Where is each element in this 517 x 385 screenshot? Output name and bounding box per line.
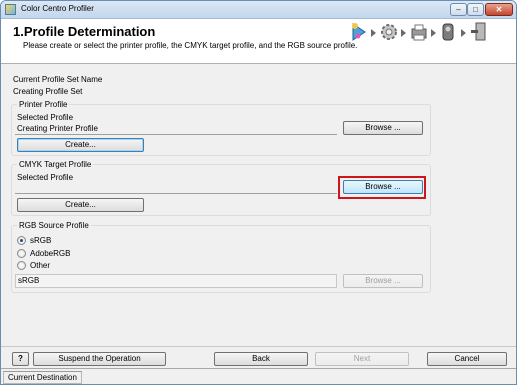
radio-button[interactable] <box>17 261 26 270</box>
step-header: 1.Profile Determination Please create or… <box>1 19 516 64</box>
cmyk-selected-label: Selected Profile <box>17 173 74 182</box>
step-arrow-icon <box>401 29 406 37</box>
cmyk-profile-field <box>15 182 337 194</box>
radio-button[interactable] <box>17 236 26 245</box>
profiler-window: Color Centro Profiler – □ ✕ 1.Profile De… <box>0 0 517 385</box>
rgb-profile-group-title: RGB Source Profile <box>17 221 91 230</box>
radio-label: Other <box>30 261 51 270</box>
radio-button[interactable] <box>17 249 26 258</box>
step-arrow-icon <box>461 29 466 37</box>
minimize-button[interactable]: – <box>450 3 467 16</box>
printer-selected-label: Selected Profile <box>17 113 74 122</box>
radio-label: AdobeRGB <box>30 249 71 258</box>
rgb-profile-field: sRGB <box>15 274 337 288</box>
step-arrow-icon <box>371 29 376 37</box>
cancel-button[interactable]: Cancel <box>427 352 507 366</box>
app-icon <box>5 4 16 15</box>
status-bar: Current Destination <box>1 368 516 384</box>
finish-step-icon <box>471 22 486 41</box>
cmyk-profile-group-title: CMYK Target Profile <box>17 160 94 169</box>
title-bar[interactable]: Color Centro Profiler – □ ✕ <box>1 1 516 19</box>
maximize-button[interactable]: □ <box>467 3 484 16</box>
status-text: Current Destination <box>3 371 82 384</box>
step-arrow-icon <box>431 29 436 37</box>
profile-set-name: Creating Profile Set <box>13 87 83 96</box>
help-button[interactable]: ? <box>12 352 29 366</box>
printer-profile-field: Creating Printer Profile <box>15 123 337 135</box>
cmyk-browse-button[interactable]: Browse ... <box>343 180 423 194</box>
footer-divider <box>1 346 516 347</box>
suspend-button[interactable]: Suspend the Operation <box>33 352 166 366</box>
radio-label: sRGB <box>30 236 52 245</box>
gear-step-icon <box>381 24 397 40</box>
printer-browse-button[interactable]: Browse ... <box>343 121 423 135</box>
profile-step-icon <box>352 23 366 41</box>
rgb-browse-button[interactable]: Browse ... <box>343 274 423 288</box>
printer-create-button[interactable]: Create... <box>17 138 144 152</box>
profile-set-label: Current Profile Set Name <box>13 75 103 84</box>
page-description: Please create or select the printer prof… <box>23 41 358 50</box>
printer-profile-group-title: Printer Profile <box>17 100 70 109</box>
measure-step-icon <box>442 23 454 41</box>
window-title: Color Centro Profiler <box>21 4 94 13</box>
print-step-icon <box>411 24 427 41</box>
page-title: 1.Profile Determination <box>13 24 156 39</box>
back-button[interactable]: Back <box>214 352 308 366</box>
close-button[interactable]: ✕ <box>485 3 513 16</box>
next-button[interactable]: Next <box>315 352 409 366</box>
cmyk-create-button[interactable]: Create... <box>17 198 144 212</box>
